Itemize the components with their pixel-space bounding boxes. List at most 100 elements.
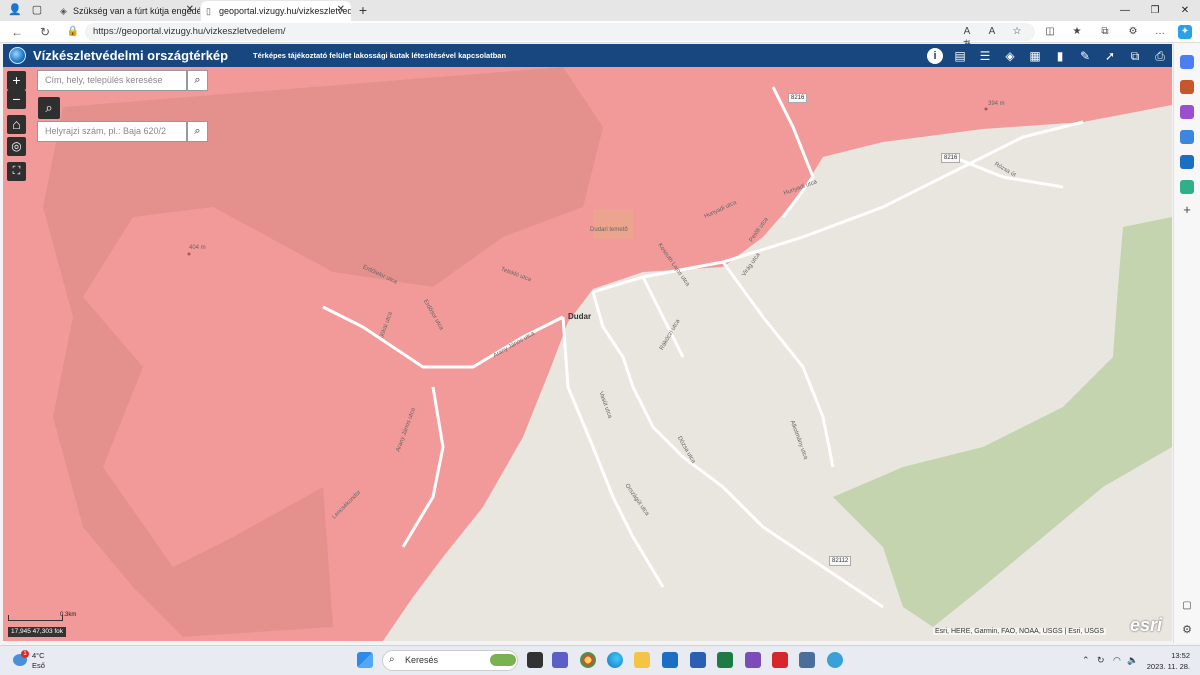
read-aloud-icon[interactable]: Aあ — [960, 25, 974, 51]
chrome-icon[interactable] — [580, 652, 596, 668]
excel-icon[interactable] — [717, 652, 733, 668]
zoom-out-button[interactable]: − — [7, 90, 26, 109]
locate-icon[interactable]: ◎ — [7, 137, 26, 156]
info-icon[interactable]: i — [927, 48, 943, 64]
cemetery-area — [593, 209, 633, 239]
favorites-icon[interactable]: ★ — [1070, 25, 1084, 39]
system-date[interactable]: 2023. 11. 28. — [1145, 662, 1190, 671]
outlook-icon[interactable] — [1180, 155, 1194, 169]
tab-title: Szükség van a fúrt kútja engedélyeztetés… — [73, 6, 200, 16]
word-icon[interactable] — [690, 652, 706, 668]
m365-icon[interactable] — [1180, 130, 1194, 144]
tab-actions-icon[interactable]: ▢ — [30, 3, 44, 17]
settings-gear-icon[interactable]: ⚙ — [1180, 623, 1194, 637]
search-toggle-icon[interactable]: ⌕ — [38, 97, 60, 119]
windows-taskbar: 1 4°C Eső Keresés ⌕ ⌃ ↻ ◠ 🔈 13:52 2023. … — [0, 645, 1200, 675]
site-info-icon[interactable]: 🔒 — [66, 25, 80, 39]
more-menu-icon[interactable]: … — [1153, 25, 1167, 39]
discover-icon[interactable] — [1180, 55, 1194, 69]
wifi-icon[interactable]: ◠ — [1113, 655, 1121, 666]
weather-temperature[interactable]: 4°C — [32, 651, 45, 660]
start-windows-icon[interactable] — [357, 652, 373, 668]
tab-active[interactable]: ▯ geoportal.vizugy.hu/vizkeszletvedelem/… — [201, 1, 351, 21]
print-icon[interactable]: ⎙ — [1152, 48, 1168, 64]
drop-icon[interactable] — [1180, 180, 1194, 194]
address-bar: ← ↻ 🔒 https://geoportal.vizugy.hu/vizkes… — [0, 21, 1200, 51]
back-icon[interactable]: ← — [10, 25, 24, 39]
split-screen-icon[interactable]: ◫ — [1043, 25, 1057, 39]
teams-chat-icon[interactable] — [552, 652, 568, 668]
edge-sidebar: + ▢ ⚙ — [1173, 43, 1200, 643]
coordinate-readout: 17,945 47,303 fok — [8, 627, 67, 637]
share-icon[interactable]: ➚ — [1102, 48, 1118, 64]
grid-icon[interactable]: ▦ — [1027, 48, 1043, 64]
scale-label: 0.3km — [60, 612, 77, 618]
map-view[interactable]: + − ⌂ ◎ ⛶ Cím, hely, település keresése … — [3, 67, 1172, 641]
maximize-icon[interactable]: ❐ — [1140, 0, 1170, 21]
favorite-star-icon[interactable]: ☆ — [1010, 25, 1024, 39]
map-canvas — [3, 67, 1172, 641]
compare-icon[interactable]: ⧉ — [1127, 48, 1143, 64]
onenote-icon[interactable] — [745, 652, 761, 668]
scale-bar — [8, 615, 63, 621]
url-field[interactable]: https://geoportal.vizugy.hu/vizkeszletve… — [85, 23, 1035, 41]
reader-icon[interactable]: A — [985, 25, 999, 39]
collections-icon[interactable]: ⧉ — [1098, 25, 1112, 39]
poi-label: Dudari temető — [590, 227, 628, 233]
elevation-point — [984, 107, 988, 111]
games-icon[interactable] — [1180, 105, 1194, 119]
globe-app-icon[interactable] — [827, 652, 843, 668]
draw-icon[interactable]: ✎ — [1077, 48, 1093, 64]
globe-logo-icon — [9, 47, 26, 64]
home-icon[interactable]: ⌂ — [7, 115, 26, 134]
task-view-icon[interactable] — [527, 652, 543, 668]
place-search-input[interactable]: Cím, hely, település keresése — [37, 70, 187, 91]
tab-title: geoportal.vizugy.hu/vizkeszletvedelem/ — [219, 6, 351, 16]
esri-logo: esri — [1130, 615, 1163, 635]
zoom-in-button[interactable]: + — [7, 71, 26, 90]
refresh-icon[interactable]: ↻ — [38, 25, 52, 39]
tray-overflow-icon[interactable]: ⌃ — [1082, 655, 1090, 666]
elevation-point — [187, 252, 191, 256]
map-attribution: Esri, HERE, Garmin, FAO, NOAA, USGS | Es… — [933, 628, 1107, 635]
add-sidebar-icon[interactable]: + — [1180, 203, 1194, 217]
weather-alert-badge: 1 — [21, 650, 29, 658]
tab-inactive[interactable]: ◈ Szükség van a fúrt kútja engedélyeztet… — [55, 1, 200, 21]
search-highlight-icon — [490, 654, 516, 666]
copilot-icon[interactable]: ✦ — [1178, 25, 1192, 39]
close-window-icon[interactable]: ✕ — [1170, 0, 1200, 21]
remote-desktop-icon[interactable] — [799, 652, 815, 668]
place-search-icon[interactable]: ⌕ — [187, 70, 208, 91]
road-shield: 8216 — [788, 93, 808, 103]
app-header: Vízkészletvédelmi országtérkép Térképes … — [3, 44, 1172, 67]
elevation-label: 394 m — [988, 101, 1005, 107]
search-icon: ⌕ — [389, 654, 395, 665]
sync-icon[interactable]: ↻ — [1097, 655, 1105, 666]
acrobat-icon[interactable] — [772, 652, 788, 668]
list-icon[interactable]: ☰ — [977, 48, 993, 64]
parcel-search-icon[interactable]: ⌕ — [187, 121, 208, 142]
volume-icon[interactable]: 🔈 — [1127, 655, 1138, 666]
profile-icon[interactable]: 👤 — [8, 3, 22, 17]
parcel-search-input[interactable]: Helyrajzi szám, pl.: Baja 620/2 — [37, 121, 187, 142]
outlook-icon[interactable] — [662, 652, 678, 668]
extensions-icon[interactable]: ⚙ — [1126, 25, 1140, 39]
measure-icon[interactable]: ▮ — [1052, 48, 1068, 64]
edge-icon[interactable] — [607, 652, 623, 668]
elevation-label: 404 m — [189, 245, 206, 251]
close-tab-icon[interactable]: ✕ — [186, 4, 194, 15]
file-explorer-icon[interactable] — [634, 652, 650, 668]
fullscreen-icon[interactable]: ⛶ — [7, 162, 26, 181]
legend-icon[interactable]: ▤ — [952, 48, 968, 64]
place-label: Dudar — [568, 312, 592, 321]
close-tab-icon[interactable]: ✕ — [337, 4, 345, 15]
layers-icon[interactable]: ◈ — [1002, 48, 1018, 64]
new-tab-button[interactable]: + — [356, 3, 370, 17]
app-title: Vízkészletvédelmi országtérkép — [33, 48, 229, 63]
system-time[interactable]: 13:52 — [1160, 651, 1190, 660]
weather-description[interactable]: Eső — [32, 661, 45, 670]
tools-icon[interactable] — [1180, 80, 1194, 94]
road-shield: 8216 — [941, 153, 961, 163]
sidebar-layout-icon[interactable]: ▢ — [1180, 599, 1194, 613]
minimize-icon[interactable]: — — [1110, 0, 1140, 21]
